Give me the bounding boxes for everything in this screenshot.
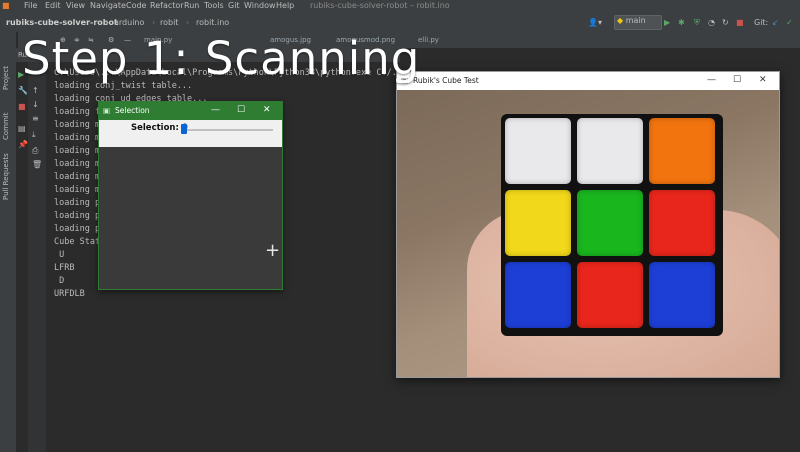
cube-sticker-yellow xyxy=(505,190,571,256)
cube-sticker-blue xyxy=(649,262,715,328)
selection-trackbar-panel: Selection: 0 xyxy=(99,120,282,147)
pin-icon[interactable]: 📌 xyxy=(18,140,28,149)
menu-run[interactable]: Run xyxy=(184,1,199,10)
run-config-label: main xyxy=(625,16,646,25)
run-icon[interactable]: ▶ xyxy=(664,18,670,27)
cube-sticker-red xyxy=(649,190,715,256)
menu-window[interactable]: Window xyxy=(244,1,276,10)
close-icon[interactable]: ✕ xyxy=(263,105,271,115)
minimize-icon[interactable]: — xyxy=(707,75,716,85)
rerun-icon[interactable]: ↻ xyxy=(722,18,729,27)
left-tool-strip: Project Commit Pull Requests xyxy=(0,32,16,452)
menu-navigate[interactable]: Navigate xyxy=(90,1,126,10)
user-icon[interactable]: 👤▾ xyxy=(588,18,602,27)
scroll-end-icon[interactable]: ⤓ xyxy=(32,130,40,139)
tab-elli-py[interactable]: elli.py xyxy=(418,36,439,46)
console-line: URFDLB xyxy=(54,289,85,299)
breadcrumb-robit[interactable]: robit xyxy=(160,18,178,27)
window-title: rubiks-cube-solver-robot – robit.ino xyxy=(310,1,450,10)
print-icon[interactable]: ⎙ xyxy=(32,146,40,155)
cube-sticker-white xyxy=(505,118,571,184)
navigation-bar: rubiks-cube-solver-robot › arduino › rob… xyxy=(0,12,800,33)
trash-icon[interactable]: 🗑 xyxy=(32,160,42,169)
step-title: Step 1: Scanning xyxy=(22,32,421,85)
console-line: U xyxy=(54,250,65,260)
cube-window-title-bar[interactable]: ▣ Rubik's Cube Test — ☐ ✕ xyxy=(397,72,779,90)
menu-code[interactable]: Code xyxy=(126,1,146,10)
selection-window-title: Selection xyxy=(115,106,150,115)
cube-sticker-blue xyxy=(505,262,571,328)
run-config-select[interactable]: ◆ main xyxy=(614,15,662,30)
console-line: D xyxy=(54,276,65,286)
cube-sticker-red xyxy=(577,262,643,328)
breadcrumb-separator-icon: › xyxy=(186,18,190,27)
selection-slider-thumb[interactable] xyxy=(181,124,187,134)
menu-view[interactable]: View xyxy=(66,1,85,10)
cube-window-title: Rubik's Cube Test xyxy=(413,76,479,85)
layout-icon[interactable]: ▤ xyxy=(18,124,26,133)
commit-tool-tab[interactable]: Commit xyxy=(2,113,10,141)
stop-run-icon[interactable]: ■ xyxy=(18,102,26,111)
menu-refactor[interactable]: Refactor xyxy=(150,1,184,10)
cube-sticker-orange xyxy=(649,118,715,184)
profile-icon[interactable]: ◔ xyxy=(708,18,715,27)
crosshair-cursor-icon: + xyxy=(265,240,281,261)
git-update-icon[interactable]: ↙ xyxy=(772,18,779,27)
app-icon: ■ xyxy=(2,1,10,10)
menu-help[interactable]: Help xyxy=(276,1,294,10)
cube-test-window: ▣ Rubik's Cube Test — ☐ ✕ xyxy=(396,71,780,378)
breadcrumb-file[interactable]: robit.ino xyxy=(196,18,229,27)
selection-window: ▣ Selection — ☐ ✕ Selection: 0 + xyxy=(98,101,283,290)
breadcrumb-separator-icon: › xyxy=(106,18,110,27)
cube-sticker-white xyxy=(577,118,643,184)
breadcrumb-project[interactable]: rubiks-cube-solver-robot xyxy=(6,18,118,27)
project-tool-tab[interactable]: Project xyxy=(2,66,10,90)
menu-git[interactable]: Git xyxy=(228,1,240,10)
selection-label: Selection: 0 xyxy=(131,123,188,133)
selection-slider-track[interactable] xyxy=(183,129,273,131)
camera-feed xyxy=(397,90,779,377)
soft-wrap-icon[interactable]: ≡ xyxy=(32,114,40,123)
cube-sticker-green xyxy=(577,190,643,256)
stop-icon[interactable]: ■ xyxy=(736,18,744,27)
menu-bar: ■ File Edit View Navigate Code Refactor … xyxy=(0,0,800,12)
git-commit-icon[interactable]: ✓ xyxy=(786,18,793,27)
maximize-icon[interactable]: ☐ xyxy=(733,75,741,85)
maximize-icon[interactable]: ☐ xyxy=(237,105,245,115)
coverage-icon[interactable]: ⛨ xyxy=(694,18,700,28)
selection-title-bar[interactable]: ▣ Selection — ☐ ✕ xyxy=(99,102,282,120)
down-arrow-icon[interactable]: ↓ xyxy=(32,100,40,109)
minimize-icon[interactable]: — xyxy=(211,105,220,115)
breadcrumb-arduino[interactable]: arduino xyxy=(114,18,144,27)
window-app-icon: ▣ xyxy=(103,106,111,115)
menu-tools[interactable]: Tools xyxy=(204,1,224,10)
breadcrumb-separator-icon: › xyxy=(152,18,156,27)
debug-icon[interactable]: ✱ xyxy=(678,18,685,27)
close-icon[interactable]: ✕ xyxy=(759,75,767,85)
wrench-icon[interactable]: 🔧 xyxy=(18,86,28,95)
pull-requests-tool-tab[interactable]: Pull Requests xyxy=(2,153,10,200)
console-line: LFRB xyxy=(54,263,75,273)
git-label: Git: xyxy=(754,18,769,27)
up-arrow-icon[interactable]: ↑ xyxy=(32,86,40,95)
python-icon: ◆ xyxy=(617,16,624,25)
menu-file[interactable]: File xyxy=(24,1,37,10)
menu-edit[interactable]: Edit xyxy=(45,1,61,10)
